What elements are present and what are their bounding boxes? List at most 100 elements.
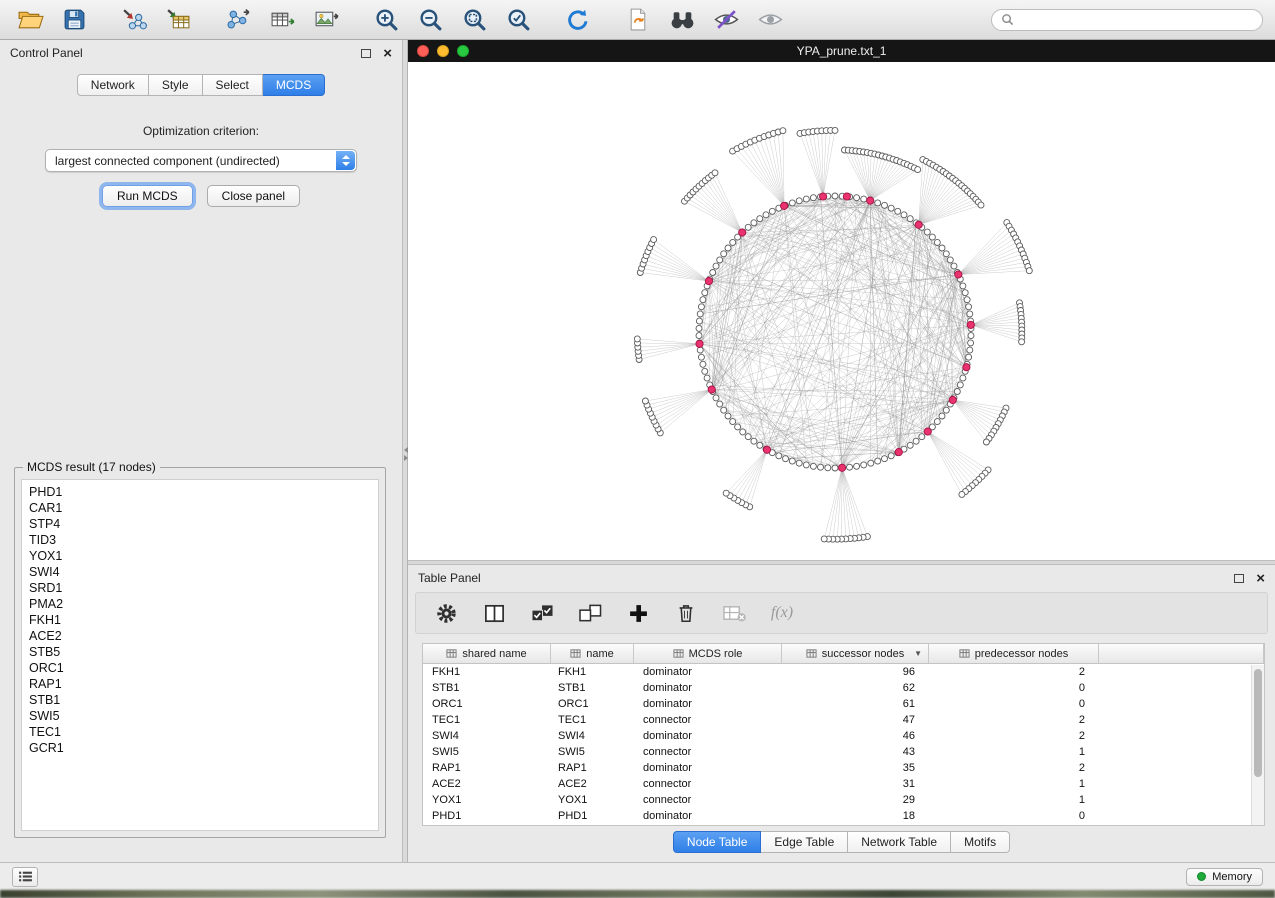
table-panel-tab[interactable]: Node Table [673, 831, 762, 853]
select-all-button[interactable] [528, 599, 556, 627]
cell-predecessor-nodes[interactable]: 1 [929, 746, 1099, 758]
cell-mcds-role[interactable]: dominator [634, 666, 782, 678]
cell-predecessor-nodes[interactable]: 1 [929, 778, 1099, 790]
control-panel-tab[interactable]: Style [149, 74, 203, 96]
search-input[interactable] [1020, 13, 1253, 27]
show-columns-button[interactable] [480, 599, 508, 627]
cell-successor-nodes[interactable]: 29 [782, 794, 929, 806]
delete-row-button[interactable] [672, 599, 700, 627]
table-row[interactable]: SWI4 SWI4 dominator 46 2 [423, 728, 1264, 744]
cell-successor-nodes[interactable]: 18 [782, 810, 929, 822]
minimize-window-button[interactable] [437, 45, 449, 57]
maximize-window-button[interactable] [457, 45, 469, 57]
cell-predecessor-nodes[interactable]: 2 [929, 666, 1099, 678]
cell-mcds-role[interactable]: dominator [634, 762, 782, 774]
function-builder-button[interactable]: f(x) [768, 599, 796, 627]
cell-shared-name[interactable]: PHD1 [423, 810, 551, 822]
table-row[interactable]: TEC1 TEC1 connector 47 2 [423, 712, 1264, 728]
cell-shared-name[interactable]: STB1 [423, 682, 551, 694]
mcds-result-node[interactable]: TEC1 [29, 724, 378, 740]
cell-name[interactable]: RAP1 [551, 762, 634, 774]
mcds-result-node[interactable]: PMA2 [29, 596, 378, 612]
mcds-result-node[interactable]: CAR1 [29, 500, 378, 516]
cell-mcds-role[interactable]: dominator [634, 682, 782, 694]
mcds-result-node[interactable]: GCR1 [29, 740, 378, 756]
cell-mcds-role[interactable]: dominator [634, 698, 782, 710]
zoom-out-button[interactable] [412, 5, 448, 35]
cell-predecessor-nodes[interactable]: 0 [929, 698, 1099, 710]
cell-shared-name[interactable]: ORC1 [423, 698, 551, 710]
table-row[interactable]: FKH1 FKH1 dominator 96 2 [423, 664, 1264, 680]
cell-predecessor-nodes[interactable]: 0 [929, 810, 1099, 822]
export-network-button[interactable] [220, 5, 256, 35]
cell-successor-nodes[interactable]: 46 [782, 730, 929, 742]
save-session-button[interactable] [56, 5, 92, 35]
share-document-button[interactable] [620, 5, 656, 35]
table-row[interactable]: RAP1 RAP1 dominator 35 2 [423, 760, 1264, 776]
mcds-result-node[interactable]: ORC1 [29, 660, 378, 676]
cell-name[interactable]: STB1 [551, 682, 634, 694]
task-history-button[interactable] [12, 867, 38, 887]
cell-name[interactable]: TEC1 [551, 714, 634, 726]
cell-successor-nodes[interactable]: 61 [782, 698, 929, 710]
cell-mcds-role[interactable]: dominator [634, 730, 782, 742]
mcds-result-node[interactable]: PHD1 [29, 484, 378, 500]
float-panel-button[interactable] [361, 49, 371, 58]
cell-name[interactable]: FKH1 [551, 666, 634, 678]
control-panel-tab[interactable]: Network [77, 74, 149, 96]
cell-successor-nodes[interactable]: 35 [782, 762, 929, 774]
network-canvas[interactable] [408, 62, 1275, 560]
hide-selected-button[interactable] [708, 5, 744, 35]
cell-mcds-role[interactable]: connector [634, 778, 782, 790]
cell-mcds-role[interactable]: connector [634, 794, 782, 806]
close-table-panel-button[interactable]: × [1256, 571, 1265, 586]
memory-button[interactable]: Memory [1186, 868, 1263, 886]
column-header[interactable]: predecessor nodes ▼ [929, 644, 1099, 663]
cell-shared-name[interactable]: RAP1 [423, 762, 551, 774]
mcds-result-node[interactable]: SWI4 [29, 564, 378, 580]
column-header[interactable]: name ▼ [551, 644, 634, 663]
cell-shared-name[interactable]: TEC1 [423, 714, 551, 726]
cell-successor-nodes[interactable]: 96 [782, 666, 929, 678]
mcds-result-node[interactable]: SWI5 [29, 708, 378, 724]
show-all-button[interactable] [752, 5, 788, 35]
table-row[interactable]: PHD1 PHD1 dominator 18 0 [423, 808, 1264, 824]
run-mcds-button[interactable]: Run MCDS [102, 185, 193, 207]
open-file-button[interactable] [12, 5, 48, 35]
mcds-result-node[interactable]: RAP1 [29, 676, 378, 692]
global-search-field[interactable] [991, 9, 1263, 31]
column-header[interactable]: MCDS role ▼ [634, 644, 782, 663]
import-table-button[interactable] [160, 5, 196, 35]
cell-name[interactable]: SWI4 [551, 730, 634, 742]
import-network-button[interactable] [116, 5, 152, 35]
table-row[interactable]: STB1 STB1 dominator 62 0 [423, 680, 1264, 696]
cell-shared-name[interactable]: SWI4 [423, 730, 551, 742]
delete-table-button[interactable] [720, 599, 748, 627]
search-network-button[interactable] [664, 5, 700, 35]
table-row[interactable]: ACE2 ACE2 connector 31 1 [423, 776, 1264, 792]
control-panel-tab[interactable]: Select [203, 74, 263, 96]
table-panel-tab[interactable]: Network Table [848, 831, 951, 853]
cell-name[interactable]: PHD1 [551, 810, 634, 822]
mcds-result-node[interactable]: STB5 [29, 644, 378, 660]
column-header[interactable]: successor nodes ▼ [782, 644, 929, 663]
cell-shared-name[interactable]: YOX1 [423, 794, 551, 806]
criterion-dropdown[interactable]: largest connected component (undirected) [45, 149, 357, 172]
control-panel-tab[interactable]: MCDS [263, 74, 325, 96]
mcds-result-node[interactable]: STP4 [29, 516, 378, 532]
close-panel-button[interactable]: × [383, 46, 392, 61]
add-row-button[interactable] [624, 599, 652, 627]
cell-name[interactable]: ACE2 [551, 778, 634, 790]
cell-mcds-role[interactable]: dominator [634, 810, 782, 822]
table-row[interactable]: YOX1 YOX1 connector 29 1 [423, 792, 1264, 808]
unselect-all-button[interactable] [576, 599, 604, 627]
close-window-button[interactable] [417, 45, 429, 57]
cell-name[interactable]: YOX1 [551, 794, 634, 806]
cell-shared-name[interactable]: ACE2 [423, 778, 551, 790]
mcds-result-node[interactable]: YOX1 [29, 548, 378, 564]
mcds-result-node[interactable]: SRD1 [29, 580, 378, 596]
scrollbar-thumb[interactable] [1254, 669, 1262, 777]
float-table-panel-button[interactable] [1234, 574, 1244, 583]
export-image-button[interactable] [308, 5, 344, 35]
cell-successor-nodes[interactable]: 31 [782, 778, 929, 790]
